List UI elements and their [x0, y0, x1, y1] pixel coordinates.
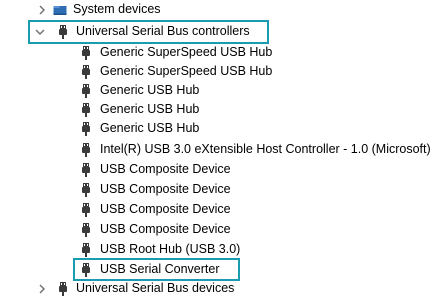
system-devices-icon [53, 0, 67, 19]
usb-plug-icon [79, 119, 93, 138]
tree-item-label: Intel(R) USB 3.0 eXtensible Host Control… [100, 142, 431, 156]
tree-item-usb-device[interactable]: USB Composite Device [0, 200, 442, 219]
chevron-right-icon[interactable] [35, 279, 49, 298]
tree-item-label: Universal Serial Bus controllers [76, 24, 250, 38]
tree-item-usb-device[interactable]: Generic USB Hub [0, 100, 442, 119]
usb-plug-icon [79, 180, 93, 199]
usb-plug-icon [79, 160, 93, 179]
usb-plug-icon [79, 200, 93, 219]
usb-plug-icon [56, 279, 70, 298]
tree-item-usb-device[interactable]: Generic SuperSpeed USB Hub [0, 62, 442, 81]
tree-item-label: USB Serial Converter [100, 262, 220, 276]
usb-plug-icon [79, 220, 93, 239]
usb-plug-icon [79, 100, 93, 119]
tree-item-label: USB Composite Device [100, 222, 231, 236]
tree-item-usb-device[interactable]: Generic USB Hub [0, 81, 442, 100]
tree-item-label: USB Composite Device [100, 202, 231, 216]
usb-plug-icon [79, 260, 93, 279]
tree-item-label: Generic USB Hub [100, 102, 200, 116]
tree-item-usb-device[interactable]: USB Root Hub (USB 3.0) [0, 240, 442, 259]
tree-item-label: Universal Serial Bus devices [76, 281, 235, 295]
tree-item-label: Generic SuperSpeed USB Hub [100, 45, 273, 59]
usb-plug-icon [79, 62, 93, 81]
usb-plug-icon [79, 43, 93, 62]
usb-plug-icon [79, 140, 93, 159]
tree-item-usb-device[interactable]: USB Composite Device [0, 160, 442, 179]
device-tree: System devices Universal Serial Bus cont… [0, 0, 442, 298]
tree-item-usb-device[interactable]: USB Serial Converter [0, 260, 442, 279]
tree-item-usb-device[interactable]: Generic USB Hub [0, 119, 442, 138]
tree-item-system-devices[interactable]: System devices [0, 0, 442, 19]
tree-item-usb-device[interactable]: Generic SuperSpeed USB Hub [0, 43, 442, 62]
tree-item-label: Generic USB Hub [100, 121, 200, 135]
tree-item-label: USB Composite Device [100, 162, 231, 176]
tree-item-usb-device[interactable]: Intel(R) USB 3.0 eXtensible Host Control… [0, 140, 442, 159]
tree-item-usb-device[interactable]: USB Composite Device [0, 180, 442, 199]
tree-item-label: System devices [73, 2, 161, 16]
tree-item-usb-devices[interactable]: Universal Serial Bus devices [0, 279, 442, 298]
usb-plug-icon [56, 22, 70, 41]
usb-plug-icon [79, 240, 93, 259]
tree-item-usb-controllers[interactable]: Universal Serial Bus controllers [0, 22, 442, 41]
tree-item-usb-device[interactable]: USB Composite Device [0, 220, 442, 239]
usb-plug-icon [79, 81, 93, 100]
chevron-right-icon[interactable] [35, 0, 49, 19]
tree-item-label: USB Composite Device [100, 182, 231, 196]
tree-item-label: Generic SuperSpeed USB Hub [100, 64, 273, 78]
tree-item-label: Generic USB Hub [100, 83, 200, 97]
tree-item-label: USB Root Hub (USB 3.0) [100, 242, 241, 256]
chevron-down-icon[interactable] [33, 22, 47, 41]
